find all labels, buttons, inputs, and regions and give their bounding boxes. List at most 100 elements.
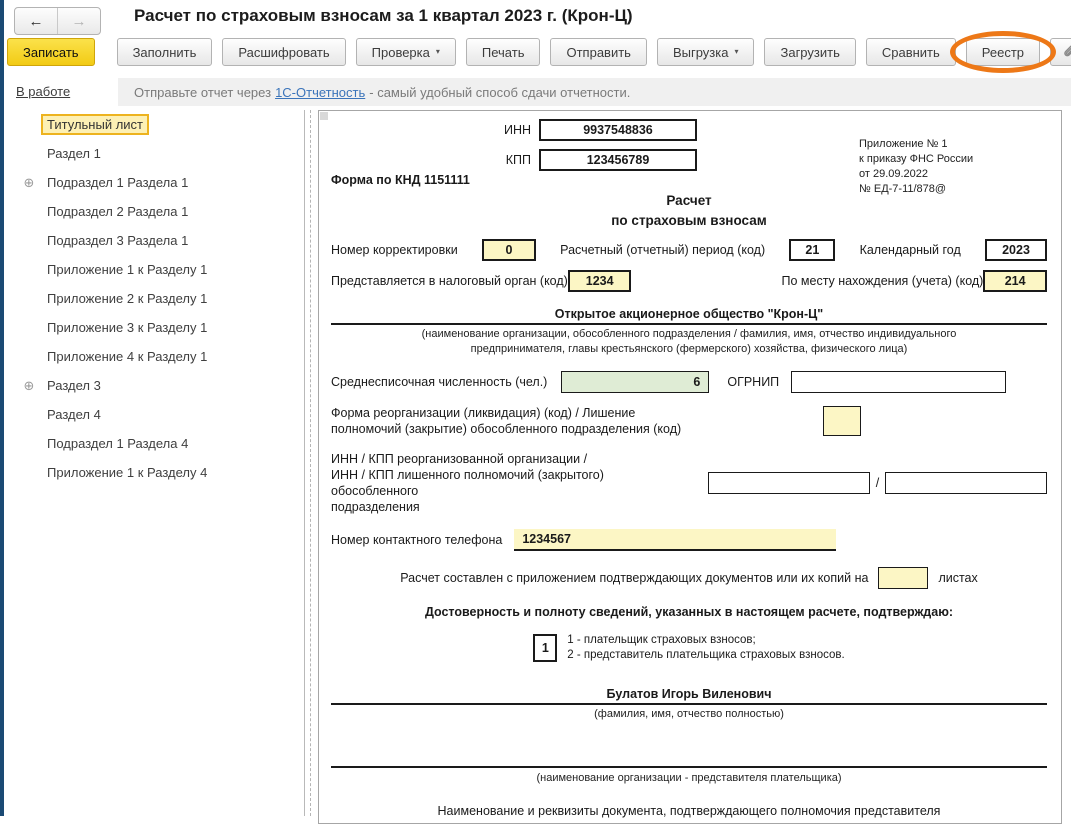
reorganization-code-label: полномочий (закрытие) обособленного подр… — [331, 422, 682, 436]
period-code-label: Расчетный (отчетный) период (код) — [560, 243, 766, 257]
sidebar-item-label: Титульный лист — [41, 114, 150, 135]
sidebar-item-label: Раздел 1 — [47, 146, 101, 161]
sidebar-splitter[interactable] — [310, 110, 311, 816]
chevron-down-icon: ▾ — [734, 47, 739, 56]
reorg-kpp-field[interactable] — [885, 472, 1047, 494]
divider — [331, 703, 1047, 705]
window-edge-strip — [0, 0, 4, 816]
paperclip-icon — [1062, 44, 1071, 60]
back-icon[interactable]: ← — [15, 8, 58, 34]
load-button[interactable]: Загрузить — [764, 38, 856, 66]
location-code-label: По месту нахождения (учета) (код) — [781, 274, 984, 288]
sidebar-item-appendix4-1[interactable]: Приложение 4 к Разделу 1 — [13, 342, 304, 371]
knd-form-label: Форма по КНД 1151111 — [331, 173, 470, 187]
appendix-line: от 29.09.2022 — [859, 168, 929, 180]
status-bar: Отправьте отчет через 1С-Отчетность - са… — [4, 78, 1071, 106]
appendix-line: Приложение № 1 — [859, 138, 948, 150]
ogrnip-field[interactable] — [791, 371, 1007, 393]
sidebar-item-title-sheet[interactable]: Титульный лист — [13, 110, 304, 139]
sidebar-item-label: Приложение 1 к Разделу 4 — [47, 465, 208, 480]
reorg-inn-field[interactable] — [708, 472, 870, 494]
inn-label: ИНН — [503, 123, 531, 137]
sidebar-item-appendix1-1[interactable]: Приложение 1 к Разделу 1 — [13, 255, 304, 284]
headcount-field[interactable]: 6 — [561, 371, 710, 393]
sidebar-item-label: Подраздел 3 Раздела 1 — [47, 233, 189, 248]
inn-kpp-separator: / — [875, 476, 880, 490]
sidebar-item-subsection1-1[interactable]: ⊕ Подраздел 1 Раздела 1 — [13, 168, 304, 197]
organization-name[interactable]: Открытое акционерное общество "Крон-Ц" — [331, 307, 1047, 321]
reorg-inn-kpp-label: ИНН / КПП реорганизованной организации / — [331, 452, 588, 466]
history-nav: ← → — [14, 7, 101, 35]
reorganization-code-field[interactable] — [823, 406, 861, 436]
representative-org-hint: (наименование организации - представител… — [536, 772, 842, 784]
sidebar-item-label: Приложение 3 к Разделу 1 — [47, 320, 208, 335]
sidebar-item-subsection2-1[interactable]: Подраздел 2 Раздела 1 — [13, 197, 304, 226]
reorganization-code-label: Форма реорганизации (ликвидация) (код) /… — [331, 406, 636, 420]
export-dropdown-button[interactable]: Выгрузка ▾ — [656, 38, 755, 66]
inn-field[interactable]: 9937548836 — [539, 119, 697, 141]
organization-name-hint: (наименование организации, обособленного… — [421, 328, 957, 340]
form-title: Расчет по страховым взносам — [611, 193, 767, 228]
sidebar-item-subsection3-1[interactable]: Подраздел 3 Раздела 1 — [13, 226, 304, 255]
correction-number-label: Номер корректировки — [331, 243, 458, 257]
header-bar: ← → Расчет по страховым взносам за 1 ква… — [4, 0, 1071, 36]
registry-button[interactable]: Реестр — [965, 38, 1041, 66]
location-code-field[interactable]: 214 — [983, 270, 1047, 292]
expand-icon[interactable]: ⊕ — [21, 379, 37, 392]
kpp-label: КПП — [505, 153, 531, 167]
status-state-link[interactable]: В работе — [12, 82, 75, 101]
sidebar-item-section1[interactable]: Раздел 1 — [13, 139, 304, 168]
1c-reporting-link[interactable]: 1С-Отчетность — [275, 85, 365, 100]
sidebar-item-label: Подраздел 1 Раздела 4 — [47, 436, 189, 451]
attachments-button[interactable] — [1050, 38, 1071, 66]
save-button[interactable]: Записать — [7, 38, 95, 66]
fill-button[interactable]: Заполнить — [116, 38, 213, 66]
contact-phone-label: Номер контактного телефона — [331, 533, 503, 547]
attachments-text: листах — [938, 571, 978, 585]
print-button[interactable]: Печать — [465, 38, 541, 66]
toolbar: Записать Заполнить Расшифровать Проверка… — [7, 31, 1071, 73]
sidebar-item-section4[interactable]: Раздел 4 — [13, 400, 304, 429]
sidebar-item-label: Приложение 1 к Разделу 1 — [47, 262, 208, 277]
correction-number-field[interactable]: 0 — [481, 239, 536, 261]
sections-sidebar: Титульный лист Раздел 1 ⊕ Подраздел 1 Ра… — [13, 110, 305, 816]
expand-icon[interactable]: ⊕ — [21, 176, 37, 189]
tax-authority-label: Представляется в налоговый орган (код) — [331, 274, 568, 288]
appendix-reference: Приложение № 1 к приказу ФНС России от 2… — [859, 137, 973, 197]
sidebar-item-appendix2-1[interactable]: Приложение 2 к Разделу 1 — [13, 284, 304, 313]
page-title: Расчет по страховым взносам за 1 квартал… — [134, 6, 633, 25]
send-button[interactable]: Отправить — [550, 38, 647, 66]
ogrnip-label: ОГРНИП — [727, 375, 780, 389]
period-code-field[interactable]: 21 — [789, 239, 836, 261]
chevron-down-icon: ▾ — [435, 47, 440, 56]
title-sheet-form: ИНН 9937548836 КПП 123456789 Форма по КН… — [318, 110, 1062, 824]
check-button-label: Проверка — [371, 44, 430, 60]
status-message-band: Отправьте отчет через 1С-Отчетность - са… — [118, 78, 1071, 106]
tax-authority-field[interactable]: 1234 — [567, 270, 632, 292]
attachments-sheets-field[interactable] — [878, 567, 929, 589]
forward-icon[interactable]: → — [58, 8, 100, 34]
sidebar-item-appendix1-4[interactable]: Приложение 1 к Разделу 4 — [13, 458, 304, 487]
sidebar-item-label: Подраздел 1 Раздела 1 — [47, 175, 189, 190]
divider — [331, 766, 1047, 768]
signer-name[interactable]: Булатов Игорь Виленович — [331, 687, 1047, 701]
kpp-field[interactable]: 123456789 — [539, 149, 697, 171]
sidebar-item-section3[interactable]: ⊕ Раздел 3 — [13, 371, 304, 400]
signer-type-field[interactable]: 1 — [533, 634, 558, 662]
divider — [331, 323, 1047, 325]
sidebar-item-label: Раздел 3 — [47, 378, 101, 393]
organization-name-hint: предпринимателя, главы крестьянского (фе… — [470, 343, 908, 355]
signer-option: 1 - плательщик страховых взносов; — [567, 634, 756, 646]
contact-phone-field[interactable]: 1234567 — [514, 529, 837, 551]
appendix-line: к приказу ФНС России — [859, 153, 974, 165]
sidebar-item-appendix3-1[interactable]: Приложение 3 к Разделу 1 — [13, 313, 304, 342]
decrypt-button[interactable]: Расшифровать — [222, 38, 346, 66]
calendar-year-field[interactable]: 2023 — [985, 239, 1047, 261]
reorg-inn-kpp-label: подразделения — [331, 500, 420, 514]
status-message-prefix: Отправьте отчет через — [134, 84, 272, 100]
reorg-inn-kpp-label: ИНН / КПП лишенного полномочий (закрытог… — [331, 468, 604, 498]
check-dropdown-button[interactable]: Проверка ▾ — [355, 38, 456, 66]
compare-button[interactable]: Сравнить — [865, 38, 956, 66]
sidebar-item-subsection1-4[interactable]: Подраздел 1 Раздела 4 — [13, 429, 304, 458]
sidebar-item-label: Приложение 4 к Разделу 1 — [47, 349, 208, 364]
